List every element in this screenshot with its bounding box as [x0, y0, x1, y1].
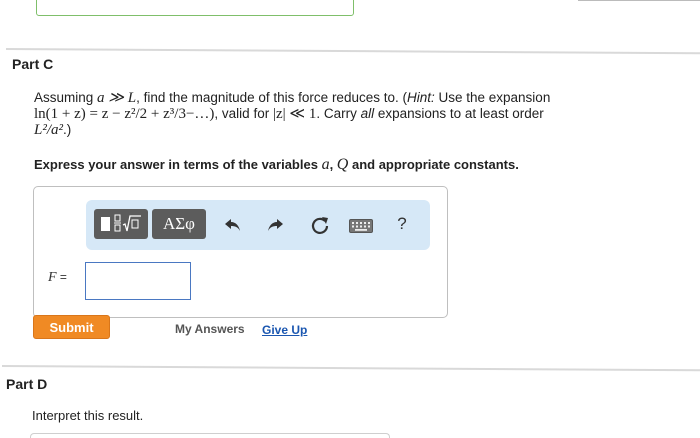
carry-prefix: . Carry — [316, 106, 361, 121]
answer-equals: = — [56, 270, 67, 284]
variable-q: Q — [336, 156, 349, 173]
carry-suffix: expansions to at least order — [374, 106, 544, 121]
part-c-question: Assuming a ≫ L, find the magnitude of th… — [34, 90, 664, 138]
part-c-divider — [5, 48, 700, 55]
redo-icon — [268, 219, 283, 231]
submit-button[interactable]: Submit — [33, 315, 110, 339]
keyboard-button[interactable] — [348, 216, 374, 236]
instruction-sep: , — [329, 157, 337, 172]
hint-label: Hint: — [406, 90, 435, 105]
part-d-answer-field[interactable] — [30, 433, 390, 438]
give-up-link[interactable]: Give Up — [262, 323, 307, 337]
instruction-prefix: Express your answer in terms of the vari… — [34, 157, 322, 172]
reset-icon — [311, 217, 329, 234]
greek-symbols-button[interactable]: ΑΣφ — [152, 209, 206, 239]
question-mid: , find the magnitude of this force reduc… — [136, 90, 407, 105]
templates-button[interactable] — [94, 209, 148, 239]
instruction-suffix: and appropriate constants. — [348, 157, 519, 172]
answer-variable: F — [48, 270, 57, 285]
validity-formula: |z| ≪ 1 — [272, 106, 317, 122]
part-c-title: Part C — [12, 56, 54, 72]
templates-icon — [101, 214, 141, 232]
expansion-formula: ln(1 + z) = z − z²/2 + z³/3−…) — [34, 106, 215, 122]
question-intro: Assuming — [34, 90, 98, 105]
part-d-title: Part D — [6, 376, 48, 392]
question-closing: .) — [63, 122, 72, 137]
answer-variable-label: F = — [48, 270, 67, 286]
redo-button[interactable] — [264, 213, 286, 237]
carry-emphasis: all — [360, 106, 375, 121]
order-formula: L²/a² — [34, 122, 64, 138]
previous-answer-box — [36, 0, 354, 16]
undo-icon — [225, 219, 240, 231]
part-d-prompt: Interpret this result. — [32, 408, 144, 423]
question-condition: a ≫ L — [97, 90, 137, 106]
hint-text: Use the expansion — [434, 90, 551, 105]
help-button[interactable]: ? — [392, 211, 412, 237]
validity-prefix: , valid for — [214, 106, 273, 121]
answer-input[interactable] — [85, 262, 191, 300]
math-toolbar: ΑΣφ ? — [86, 200, 430, 250]
undo-button[interactable] — [222, 213, 244, 237]
top-divider — [578, 0, 700, 1]
answer-instruction: Express your answer in terms of the vari… — [34, 156, 519, 174]
part-d-divider — [1, 365, 700, 372]
reset-button[interactable] — [308, 213, 332, 237]
keyboard-icon — [349, 219, 373, 233]
my-answers-link[interactable]: My Answers — [175, 322, 245, 336]
variable-a: a — [321, 156, 330, 173]
